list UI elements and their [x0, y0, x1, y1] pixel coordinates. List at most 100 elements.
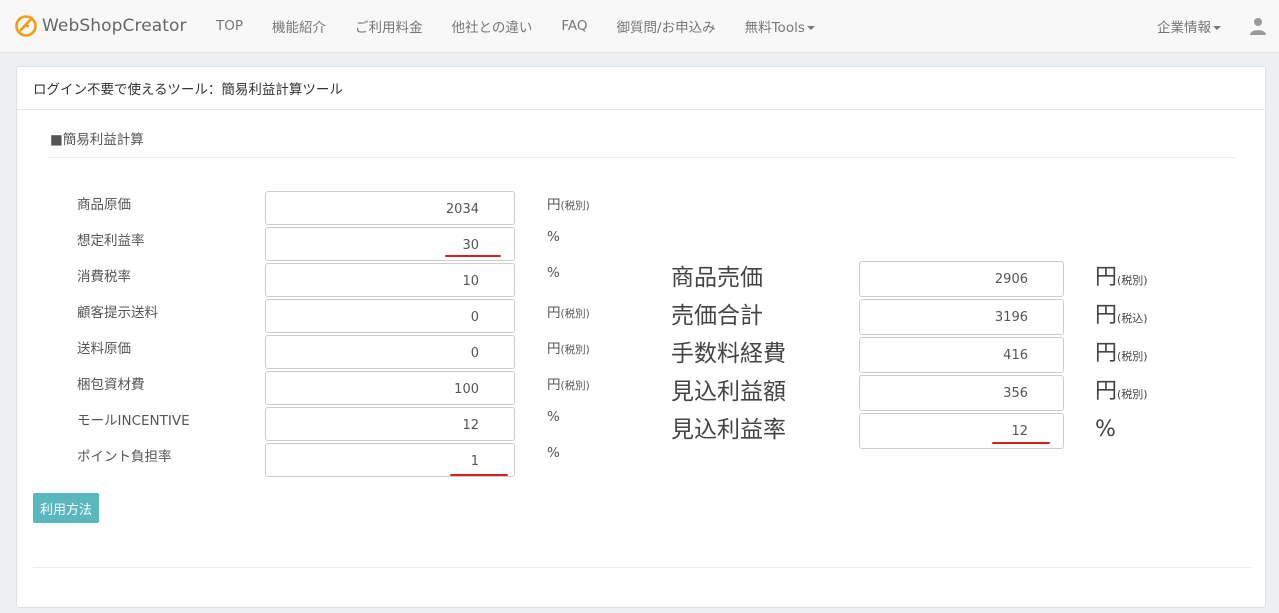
caret-down-icon [1213, 26, 1221, 30]
field-unit: 円(税別) [547, 337, 590, 357]
main-nav: TOP 機能紹介 ご利用料金 他社との違い FAQ 御質問/お申込み 無料Too… [216, 0, 844, 52]
unit-note: (税込) [1117, 312, 1148, 325]
point-rate-input[interactable]: 1 [265, 443, 515, 477]
user-icon[interactable] [1249, 17, 1267, 35]
nav-comparison[interactable]: 他社との違い [452, 16, 533, 36]
result-row-selling-price: 商品売価 2906 円(税別) [671, 261, 1231, 297]
result-unit: 円(税別) [1095, 375, 1148, 412]
field-unit: % [547, 229, 560, 245]
field-unit: 円(税別) [547, 373, 590, 393]
result-unit: 円(税込) [1095, 299, 1148, 336]
nav-free-tools-dropdown[interactable]: 無料Tools [745, 16, 815, 36]
nav-top[interactable]: TOP [216, 18, 243, 34]
calculator-panel: ログイン不要で使えるツール：簡易利益計算ツール ■簡易利益計算 商品原価 203… [16, 66, 1266, 608]
field-label: 送料原価 [77, 341, 131, 357]
section-title: ■簡易利益計算 [50, 132, 144, 148]
red-underline-mark [450, 474, 508, 476]
unit-symbol: 円 [1095, 379, 1118, 404]
red-underline-mark [992, 442, 1050, 444]
unit-note: (税別) [1117, 388, 1148, 401]
result-value: 3196 [994, 310, 1028, 325]
result-label: 手数料経費 [671, 341, 786, 367]
tax-rate-input[interactable]: 10 [265, 263, 515, 297]
result-value: 356 [1003, 386, 1028, 401]
form-row-customer-shipping: 顧客提示送料 0 円(税別) [77, 299, 637, 333]
result-label: 商品売価 [671, 265, 763, 291]
result-label: 見込利益率 [671, 417, 786, 443]
form-row-profit-rate: 想定利益率 30 % [77, 227, 637, 261]
expected-profit-rate-output[interactable]: 12 [859, 413, 1064, 449]
result-label: 見込利益額 [671, 379, 786, 405]
unit-symbol: 円 [547, 377, 561, 393]
profit-rate-input[interactable]: 30 [265, 227, 515, 261]
cost-input[interactable]: 2034 [265, 191, 515, 225]
brand-logo-icon [15, 15, 37, 37]
result-row-total-price: 売価合計 3196 円(税込) [671, 299, 1231, 335]
customer-shipping-input[interactable]: 0 [265, 299, 515, 333]
total-price-output[interactable]: 3196 [859, 299, 1064, 335]
unit-symbol: % [547, 229, 560, 245]
expected-profit-output[interactable]: 356 [859, 375, 1064, 411]
selling-price-output[interactable]: 2906 [859, 261, 1064, 297]
unit-symbol: 円 [1095, 341, 1118, 366]
nav-features[interactable]: 機能紹介 [272, 16, 326, 36]
field-value: 10 [462, 274, 479, 289]
field-value: 0 [470, 346, 479, 361]
section-divider [48, 157, 1236, 158]
result-value: 2906 [994, 272, 1028, 287]
form-row-mall-incentive: モールINCENTIVE 12 % [77, 407, 637, 441]
result-unit: 円(税別) [1095, 337, 1148, 374]
nav-pricing[interactable]: ご利用料金 [355, 16, 423, 36]
unit-symbol: 円 [547, 341, 561, 357]
result-unit: % [1095, 413, 1116, 450]
unit-note: (税別) [1117, 350, 1148, 363]
field-label: 顧客提示送料 [77, 305, 158, 321]
field-value: 2034 [445, 202, 479, 217]
unit-note: (税別) [560, 380, 590, 392]
nav-faq[interactable]: FAQ [561, 18, 587, 34]
company-info-dropdown[interactable]: 企業情報 [1157, 16, 1221, 36]
field-label: 梱包資材費 [77, 377, 145, 393]
fee-expense-output[interactable]: 416 [859, 337, 1064, 373]
form-row-packing-cost: 梱包資材費 100 円(税別) [77, 371, 637, 405]
field-label: ポイント負担率 [77, 449, 172, 465]
field-value: 0 [470, 310, 479, 325]
result-row-expected-profit: 見込利益額 356 円(税別) [671, 375, 1231, 411]
bottom-divider [33, 567, 1251, 568]
result-unit: 円(税別) [1095, 261, 1148, 298]
form-row-shipping-cost: 送料原価 0 円(税別) [77, 335, 637, 369]
mall-incentive-input[interactable]: 12 [265, 407, 515, 441]
form-row-cost: 商品原価 2034 円(税別) [77, 191, 637, 225]
field-unit: % [547, 445, 560, 461]
result-value: 416 [1003, 348, 1028, 363]
nav-free-tools-label: 無料Tools [744, 20, 805, 36]
result-value: 12 [1011, 424, 1028, 439]
nav-contact[interactable]: 御質問/お申込み [617, 16, 716, 36]
result-label: 売価合計 [671, 303, 763, 329]
red-underline-mark [445, 255, 501, 257]
field-label: 消費税率 [77, 269, 131, 285]
field-value: 30 [462, 238, 479, 253]
brand[interactable]: WebShopCreator [14, 14, 187, 38]
unit-symbol: 円 [1095, 265, 1118, 290]
unit-symbol: 円 [547, 197, 561, 213]
form-row-point-rate: ポイント負担率 1 % [77, 443, 637, 477]
field-label: 想定利益率 [77, 233, 145, 249]
field-label: 商品原価 [77, 197, 131, 213]
unit-symbol: % [547, 409, 560, 425]
field-value: 1 [470, 454, 479, 469]
brand-name: WebShopCreator [42, 16, 187, 36]
packing-cost-input[interactable]: 100 [265, 371, 515, 405]
panel-heading: ログイン不要で使えるツール：簡易利益計算ツール [17, 67, 1265, 110]
shipping-cost-input[interactable]: 0 [265, 335, 515, 369]
field-label: モールINCENTIVE [77, 413, 190, 429]
field-unit: 円(税別) [547, 193, 590, 213]
unit-symbol: 円 [1095, 303, 1118, 328]
unit-note: (税別) [560, 200, 590, 212]
company-info-label: 企業情報 [1157, 20, 1211, 36]
form-row-tax-rate: 消費税率 10 % [77, 263, 637, 297]
nav-right: 企業情報 [1157, 0, 1279, 52]
unit-note: (税別) [560, 344, 590, 356]
usage-button[interactable]: 利用方法 [33, 493, 99, 523]
field-value: 12 [462, 418, 479, 433]
